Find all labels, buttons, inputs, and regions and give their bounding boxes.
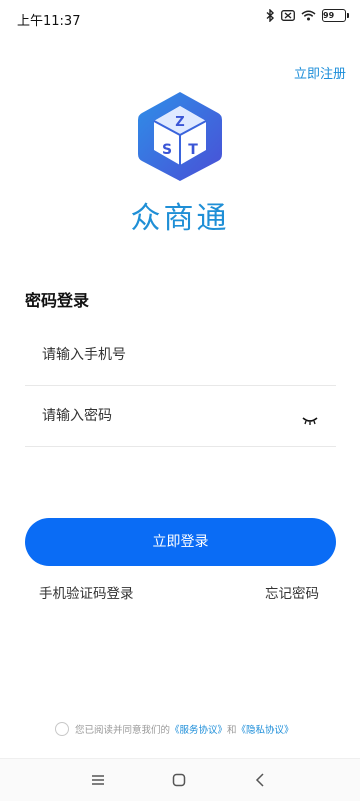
wifi-icon [301,10,316,21]
battery-icon: 99 [322,9,349,22]
privacy-agreement-link[interactable]: 《隐私协议》 [237,722,294,736]
home-icon[interactable] [170,771,190,789]
brand-name: 众商通 [130,201,230,236]
agreement-joiner: 和 [227,725,237,736]
password-input[interactable] [42,388,302,444]
phone-field[interactable] [25,327,336,386]
logo-letter-s: S [162,142,172,158]
agree-checkbox[interactable] [55,722,69,736]
back-icon[interactable] [252,771,272,789]
login-button[interactable]: 立即登录 [25,518,336,566]
phone-input[interactable] [42,327,302,383]
logo-letter-t: T [188,142,198,158]
brand-logo: Z S T [133,88,227,184]
agreement-text: 您已阅读并同意我们的 [75,725,171,736]
menu-icon[interactable] [89,771,109,789]
logo-letter-z: Z [175,115,184,130]
status-icons: 99 [266,9,349,22]
silent-icon [281,10,295,21]
sms-login-link[interactable]: 手机验证码登录 [39,582,134,602]
status-time: 上午11:37 [17,14,81,29]
navigation-bar [0,758,360,801]
agreement-row: 您已阅读并同意我们的 《服务协议》 和 《隐私协议》 [55,720,345,738]
password-field[interactable] [25,388,336,447]
bluetooth-icon [266,9,275,22]
register-link[interactable]: 立即注册 [294,63,346,82]
status-bar: 上午11:37 99 [0,0,360,36]
closed-eye-icon[interactable] [300,412,320,425]
login-title: 密码登录 [25,291,90,310]
forgot-password-link[interactable]: 忘记密码 [265,582,319,602]
service-agreement-link[interactable]: 《服务协议》 [170,722,227,736]
